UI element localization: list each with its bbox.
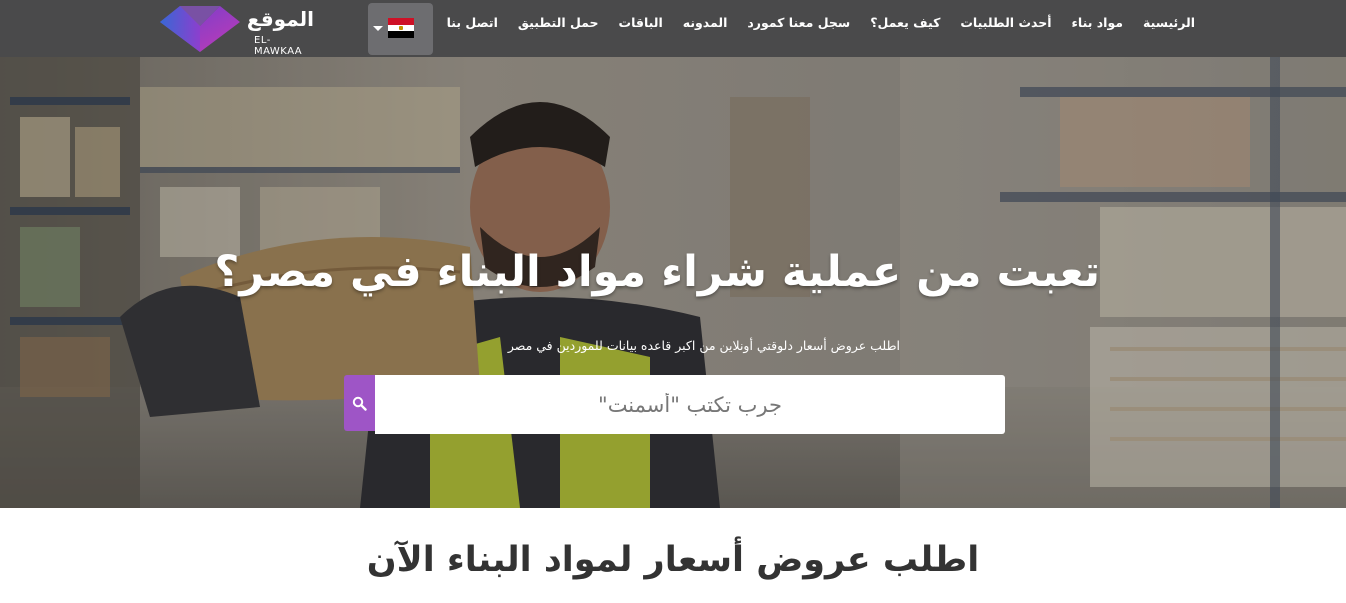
egypt-flag-icon bbox=[388, 18, 414, 38]
language-selector[interactable] bbox=[368, 3, 433, 55]
nav-item-register-supplier[interactable]: سجل معنا كمورد bbox=[737, 15, 860, 30]
search-input[interactable] bbox=[375, 375, 1005, 434]
nav-item-how-it-works[interactable]: كيف يعمل؟ bbox=[860, 15, 950, 30]
site-logo[interactable]: الموقع EL-MAWKAA bbox=[158, 4, 318, 57]
hero-headline: تعبت من عملية شراء مواد البناء في مصر؟ bbox=[214, 247, 1100, 297]
search-icon bbox=[352, 396, 367, 411]
hero-section: تعبت من عملية شراء مواد البناء في مصر؟ ا… bbox=[0, 57, 1346, 508]
top-navbar: الموقع EL-MAWKAA الرئيسية مواد بناء أحدث… bbox=[0, 0, 1346, 57]
search-bar bbox=[344, 375, 1005, 434]
caret-down-icon bbox=[373, 26, 383, 31]
nav-item-contact[interactable]: اتصل بنا bbox=[437, 15, 508, 30]
main-menu: الرئيسية مواد بناء أحدث الطلبيات كيف يعم… bbox=[447, 0, 1205, 44]
nav-item-latest-orders[interactable]: أحدث الطلبيات bbox=[950, 15, 1061, 30]
nav-item-download-app[interactable]: حمل التطبيق bbox=[508, 15, 609, 30]
section-title: اطلب عروض أسعار لمواد البناء الآن bbox=[366, 540, 980, 580]
hero-subheadline: اطلب عروض أسعار دلوقتي أونلاين من اكبر ق… bbox=[507, 338, 900, 353]
logo-mark-icon bbox=[160, 6, 240, 52]
nav-item-home[interactable]: الرئيسية bbox=[1133, 15, 1205, 30]
search-button[interactable] bbox=[344, 375, 375, 431]
brand-name-latin: EL-MAWKAA bbox=[254, 35, 303, 57]
brand-name-arabic: الموقع bbox=[246, 7, 314, 31]
nav-item-packages[interactable]: الباقات bbox=[609, 15, 673, 30]
nav-item-blog[interactable]: المدونه bbox=[673, 15, 738, 30]
nav-item-building-materials[interactable]: مواد بناء bbox=[1062, 15, 1134, 30]
